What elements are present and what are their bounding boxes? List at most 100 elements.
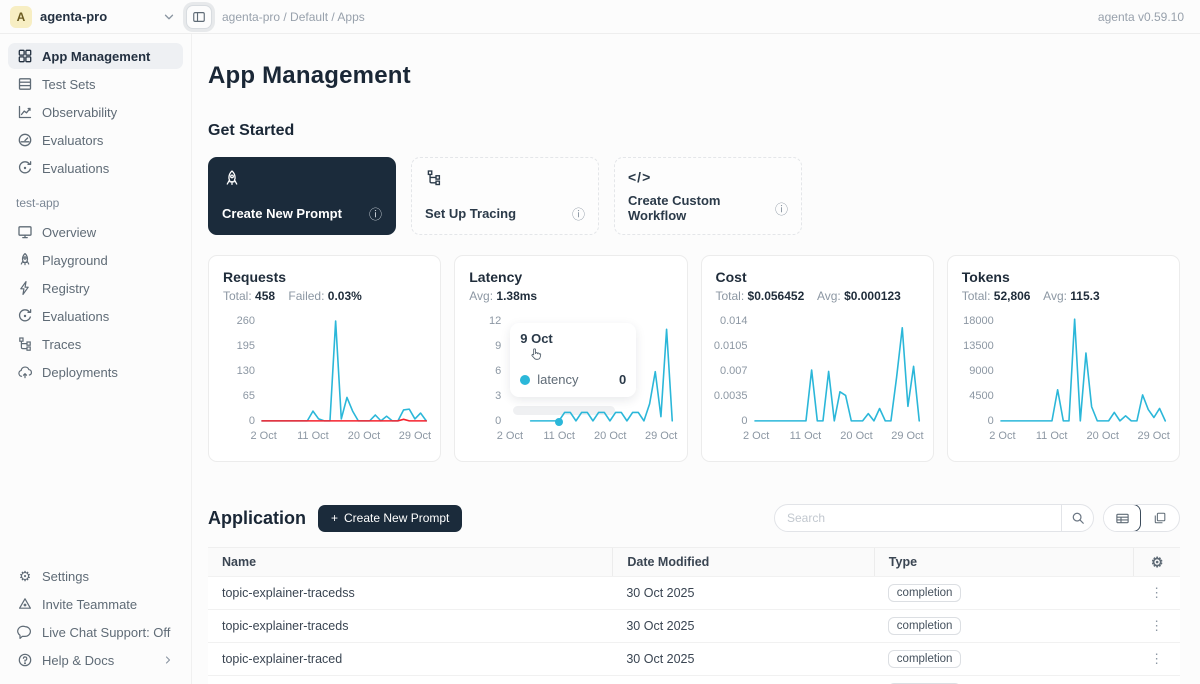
app-name[interactable]: topic-explainer-traceds <box>208 619 612 633</box>
chat-icon <box>17 624 33 640</box>
breadcrumb[interactable]: agenta-pro / Default / Apps <box>222 10 1098 24</box>
cost-line-chart[interactable] <box>755 317 919 423</box>
sidebar-item-registry[interactable]: Registry <box>8 275 183 301</box>
sidebar-item-overview[interactable]: Overview <box>8 219 183 245</box>
chart-stats: Total: 52,806 Avg: 115.3 <box>962 289 1165 303</box>
create-new-prompt-card[interactable]: Create New Prompt ⓘ <box>208 157 396 235</box>
gauge-icon <box>17 132 33 148</box>
sidebar-toggle-button[interactable] <box>186 5 212 29</box>
evaluations-icon <box>17 160 33 176</box>
observability-icon <box>17 104 33 120</box>
sidebar-item-traces[interactable]: Traces <box>8 331 183 357</box>
chart-title: Latency <box>469 269 672 285</box>
tokens-line-chart[interactable] <box>1001 317 1165 423</box>
y-axis-ticks: 0.0140.01050.0070.00350 <box>716 317 748 423</box>
requests-line-chart[interactable] <box>262 317 426 423</box>
app-name[interactable]: topic-explainer-traced <box>208 652 612 666</box>
search-icon <box>1071 511 1085 525</box>
table-row[interactable]: career-assessment 27 Oct 2025 completion… <box>208 676 1180 684</box>
info-icon[interactable]: ⓘ <box>369 204 382 223</box>
sidebar-item-app-evaluations[interactable]: Evaluations <box>8 303 183 329</box>
cost-chart-card: Cost Total: $0.056452 Avg: $0.000123 0.0… <box>701 255 934 462</box>
page-title: App Management <box>208 62 1180 90</box>
traces-icon <box>17 336 33 352</box>
sidebar-item-label: Deployments <box>42 365 118 380</box>
row-menu-icon[interactable]: ⋮ <box>1150 618 1163 634</box>
y-axis-ticks: 129630 <box>469 317 501 423</box>
sidebar-item-test-sets[interactable]: Test Sets <box>8 71 183 97</box>
search-button[interactable] <box>1061 505 1093 531</box>
search-input[interactable] <box>775 511 1061 525</box>
metrics-cards: Requests Total: 458 Failed: 0.03% 260195… <box>208 255 1180 462</box>
sidebar-item-label: Evaluations <box>42 309 109 324</box>
sidebar-item-observability[interactable]: Observability <box>8 99 183 125</box>
column-header-date-modified[interactable]: Date Modified <box>612 548 873 576</box>
workspace-name: agenta-pro <box>40 9 154 24</box>
table-row[interactable]: topic-explainer-traceds 30 Oct 2025 comp… <box>208 610 1180 643</box>
table-row[interactable]: topic-explainer-traced 30 Oct 2025 compl… <box>208 643 1180 676</box>
row-menu-icon[interactable]: ⋮ <box>1150 585 1163 601</box>
sidebar-item-app-management[interactable]: App Management <box>8 43 183 69</box>
card-label: Set Up Tracing <box>425 206 516 221</box>
gear-icon: ⚙ <box>17 568 33 584</box>
table-view-button[interactable] <box>1103 504 1141 532</box>
sidebar-item-invite-teammate[interactable]: Invite Teammate <box>8 591 183 617</box>
info-icon[interactable]: ⓘ <box>572 204 585 223</box>
sidebar-item-label: Playground <box>42 253 108 268</box>
sidebar-item-settings[interactable]: ⚙ Settings <box>8 563 183 589</box>
type-badge: completion <box>888 650 962 668</box>
tooltip-series-label: latency <box>537 372 578 387</box>
application-heading: Application <box>208 508 306 529</box>
help-icon <box>17 652 33 668</box>
sidebar-item-label: Observability <box>42 105 117 120</box>
app-root: A agenta-pro agenta-pro / Default / Apps… <box>0 0 1200 684</box>
get-started-cards: Create New Prompt ⓘ Set Up Tracing ⓘ </>… <box>208 157 1180 235</box>
sidebar-item-label: Evaluations <box>42 161 109 176</box>
sidebar-item-label: App Management <box>42 49 150 64</box>
column-header-type[interactable]: Type <box>874 548 1134 576</box>
sidebar: App Management Test Sets Observability E… <box>0 34 192 684</box>
app-date-modified: 30 Oct 2025 <box>612 652 873 666</box>
x-axis-ticks: 2 Oct11 Oct20 Oct29 Oct <box>262 428 426 446</box>
sidebar-item-live-chat[interactable]: Live Chat Support: Off <box>8 619 183 645</box>
app-version: agenta v0.59.10 <box>1098 10 1184 24</box>
stat-label: Failed: <box>288 289 324 303</box>
table-settings-gear-icon[interactable]: ⚙ <box>1151 554 1164 571</box>
search-box <box>774 504 1094 532</box>
row-menu-icon[interactable]: ⋮ <box>1150 651 1163 667</box>
latency-chart-card: Latency Avg: 1.38ms 129630 <box>454 255 687 462</box>
create-new-prompt-button[interactable]: + Create New Prompt <box>318 505 462 532</box>
sidebar-item-evaluations[interactable]: Evaluations <box>8 155 183 181</box>
chevron-right-icon <box>162 654 174 666</box>
rocket-icon <box>17 252 33 268</box>
view-toggle <box>1103 504 1180 532</box>
sidebar-item-label: Live Chat Support: Off <box>42 625 170 640</box>
card-view-button[interactable] <box>1141 505 1179 531</box>
sidebar-item-help-docs[interactable]: Help & Docs <box>8 647 183 673</box>
topbar: A agenta-pro agenta-pro / Default / Apps… <box>0 0 1200 34</box>
sidebar-item-evaluators[interactable]: Evaluators <box>8 127 183 153</box>
y-axis-ticks: 260195130650 <box>223 317 255 423</box>
application-section: Application + Create New Prompt <box>208 504 1180 684</box>
chevron-down-icon <box>162 10 176 24</box>
sidebar-item-label: Overview <box>42 225 96 240</box>
app-name[interactable]: topic-explainer-tracedss <box>208 586 612 600</box>
tooltip-date: 9 Oct <box>520 331 626 346</box>
chart-stats: Avg: 1.38ms <box>469 289 672 303</box>
sidebar-item-deployments[interactable]: Deployments <box>8 359 183 385</box>
sidebar-item-label: Registry <box>42 281 90 296</box>
create-custom-workflow-card[interactable]: </> Create Custom Workflow ⓘ <box>614 157 802 235</box>
invite-icon <box>17 596 33 612</box>
info-icon[interactable]: ⓘ <box>775 199 788 218</box>
column-header-name[interactable]: Name <box>208 548 612 576</box>
type-badge: completion <box>888 584 962 602</box>
stat-value: $0.000123 <box>844 289 901 303</box>
workspace-switcher[interactable]: A agenta-pro <box>0 6 186 28</box>
table-row[interactable]: topic-explainer-tracedss 30 Oct 2025 com… <box>208 577 1180 610</box>
sidebar-item-label: Settings <box>42 569 89 584</box>
chart-title: Cost <box>716 269 919 285</box>
stat-label: Avg: <box>817 289 841 303</box>
main-content: App Management Get Started Create New Pr… <box>192 34 1200 684</box>
sidebar-item-playground[interactable]: Playground <box>8 247 183 273</box>
set-up-tracing-card[interactable]: Set Up Tracing ⓘ <box>411 157 599 235</box>
